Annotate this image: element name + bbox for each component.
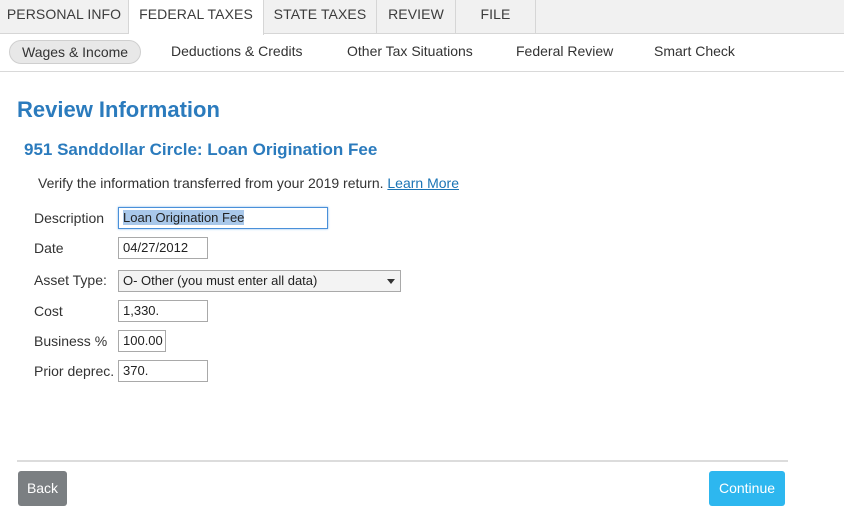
section-title: 951 Sanddollar Circle: Loan Origination … xyxy=(24,140,378,159)
cost-field[interactable]: 1,330. xyxy=(118,300,208,322)
subnav-deductions-credits[interactable]: Deductions & Credits xyxy=(171,40,303,64)
subnav-other-tax-situations[interactable]: Other Tax Situations xyxy=(347,40,473,64)
tab-file[interactable]: FILE xyxy=(456,0,536,34)
date-field[interactable]: 04/27/2012 xyxy=(118,237,208,259)
asset-type-value: O- Other (you must enter all data) xyxy=(123,273,318,288)
prior-depreciation-label: Prior deprec. xyxy=(34,363,115,379)
subnav-smart-check[interactable]: Smart Check xyxy=(654,40,735,64)
business-percent-field[interactable]: 100.00 xyxy=(118,330,166,352)
chevron-down-icon xyxy=(387,279,395,284)
description-label: Description xyxy=(34,210,105,226)
page-title: Review Information xyxy=(17,97,220,122)
tab-review[interactable]: REVIEW xyxy=(377,0,456,34)
prior-depreciation-field[interactable]: 370. xyxy=(118,360,208,382)
verify-text: Verify the information transferred from … xyxy=(38,175,384,191)
business-percent-label: Business % xyxy=(34,333,108,349)
continue-button[interactable]: Continue xyxy=(709,471,785,506)
sub-nav-bar: Wages & Income Deductions & Credits Othe… xyxy=(0,35,844,72)
tab-state-taxes[interactable]: STATE TAXES xyxy=(264,0,377,34)
subnav-wages-income[interactable]: Wages & Income xyxy=(9,40,142,64)
description-value: Loan Origination Fee xyxy=(123,210,245,225)
tab-federal-taxes[interactable]: FEDERAL TAXES xyxy=(129,0,264,35)
footer-divider xyxy=(17,460,788,462)
back-button[interactable]: Back xyxy=(18,471,67,506)
asset-type-label: Asset Type: xyxy=(34,272,107,288)
subnav-federal-review[interactable]: Federal Review xyxy=(516,40,613,64)
verify-message: Verify the information transferred from … xyxy=(38,175,459,191)
cost-label: Cost xyxy=(34,303,63,319)
asset-type-select[interactable]: O- Other (you must enter all data) xyxy=(118,270,401,292)
learn-more-link[interactable]: Learn More xyxy=(387,175,459,191)
description-field[interactable]: Loan Origination Fee xyxy=(118,207,328,229)
tab-personal-info[interactable]: PERSONAL INFO xyxy=(0,0,129,34)
top-tab-bar: PERSONAL INFO FEDERAL TAXES STATE TAXES … xyxy=(0,0,844,35)
date-label: Date xyxy=(34,240,64,256)
